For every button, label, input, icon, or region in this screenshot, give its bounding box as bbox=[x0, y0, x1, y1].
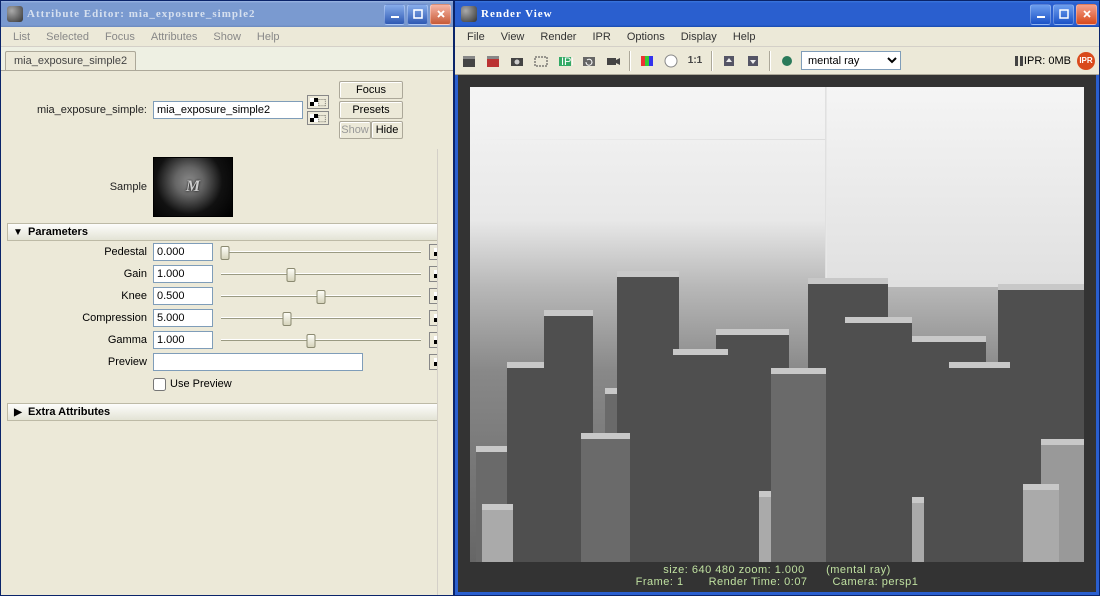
menu-ipr[interactable]: IPR bbox=[584, 29, 618, 45]
menu-list[interactable]: List bbox=[5, 29, 38, 45]
attr-body: mia_exposure_simple: ⬚ ⬚ Focus Presets S… bbox=[1, 71, 453, 425]
close-button[interactable] bbox=[1076, 4, 1097, 25]
param-label: Gamma bbox=[7, 334, 153, 346]
clapper-red-icon[interactable] bbox=[483, 51, 503, 71]
section-parameters[interactable]: ▼ Parameters bbox=[7, 223, 447, 241]
param-slider-knee[interactable] bbox=[221, 289, 421, 303]
maximize-button[interactable] bbox=[407, 4, 428, 25]
param-label: Pedestal bbox=[7, 246, 153, 258]
attr-menubar: List Selected Focus Attributes Show Help bbox=[1, 27, 453, 47]
render-canvas[interactable] bbox=[470, 87, 1084, 562]
param-slider-pedestal[interactable] bbox=[221, 245, 421, 259]
param-row-gamma: Gamma bbox=[7, 329, 447, 351]
presets-button[interactable]: Presets bbox=[339, 101, 403, 119]
save-image-icon[interactable] bbox=[719, 51, 739, 71]
app-icon bbox=[461, 6, 477, 22]
param-row-pedestal: Pedestal bbox=[7, 241, 447, 263]
render-title-text: Render View bbox=[481, 8, 1030, 20]
use-preview-checkbox[interactable]: Use Preview bbox=[153, 378, 232, 391]
expand-icon: ▶ bbox=[12, 407, 24, 418]
menu-options[interactable]: Options bbox=[619, 29, 673, 45]
load-image-icon[interactable] bbox=[743, 51, 763, 71]
param-label: Compression bbox=[7, 312, 153, 324]
section-parameters-title: Parameters bbox=[28, 226, 88, 238]
param-input-preview[interactable] bbox=[153, 353, 363, 371]
param-slider-gain[interactable] bbox=[221, 267, 421, 281]
section-extra-title: Extra Attributes bbox=[28, 406, 110, 418]
use-preview-label: Use Preview bbox=[170, 378, 232, 390]
tab-node[interactable]: mia_exposure_simple2 bbox=[5, 51, 136, 70]
menu-attributes[interactable]: Attributes bbox=[143, 29, 205, 45]
param-label: Knee bbox=[7, 290, 153, 302]
param-row-preview: Preview bbox=[7, 351, 447, 373]
attribute-editor-window: Attribute Editor: mia_exposure_simple2 L… bbox=[0, 0, 454, 596]
minimize-button[interactable] bbox=[1030, 4, 1051, 25]
attr-title-text: Attribute Editor: mia_exposure_simple2 bbox=[27, 8, 384, 20]
vertical-scrollbar[interactable] bbox=[437, 149, 453, 595]
node-name-input[interactable] bbox=[153, 101, 303, 119]
render-view-window: Render View File View Render IPR Options… bbox=[454, 0, 1100, 596]
focus-button[interactable]: Focus bbox=[339, 81, 403, 99]
region-icon[interactable] bbox=[531, 51, 551, 71]
rgb-icon[interactable] bbox=[637, 51, 657, 71]
clapper-icon[interactable] bbox=[459, 51, 479, 71]
param-slider-compression[interactable] bbox=[221, 311, 421, 325]
param-input-knee[interactable] bbox=[153, 287, 213, 305]
param-input-gamma[interactable] bbox=[153, 331, 213, 349]
menu-selected[interactable]: Selected bbox=[38, 29, 97, 45]
go-in-icon[interactable]: ⬚ bbox=[307, 95, 329, 109]
param-input-compression[interactable] bbox=[153, 309, 213, 327]
menu-file[interactable]: File bbox=[459, 29, 493, 45]
menu-show[interactable]: Show bbox=[205, 29, 249, 45]
camera-icon[interactable] bbox=[603, 51, 623, 71]
go-out-icon[interactable]: ⬚ bbox=[307, 111, 329, 125]
pause-icon[interactable] bbox=[1015, 56, 1018, 66]
ipr-icon[interactable]: IPR bbox=[555, 51, 575, 71]
attr-titlebar[interactable]: Attribute Editor: mia_exposure_simple2 bbox=[1, 1, 453, 27]
param-row-knee: Knee bbox=[7, 285, 447, 307]
snapshot-icon[interactable] bbox=[507, 51, 527, 71]
attr-tab-row: mia_exposure_simple2 bbox=[1, 47, 453, 71]
sample-label: Sample bbox=[7, 181, 153, 193]
param-input-gain[interactable] bbox=[153, 265, 213, 283]
sample-swatch[interactable]: M bbox=[153, 157, 233, 217]
menu-render[interactable]: Render bbox=[532, 29, 584, 45]
param-row-gain: Gain bbox=[7, 263, 447, 285]
section-extra-attributes[interactable]: ▶ Extra Attributes bbox=[7, 403, 447, 421]
refresh-icon[interactable] bbox=[579, 51, 599, 71]
close-button[interactable] bbox=[430, 4, 451, 25]
app-icon bbox=[7, 6, 23, 22]
use-preview-input[interactable] bbox=[153, 378, 166, 391]
menu-help[interactable]: Help bbox=[249, 29, 288, 45]
render-overlay: size: 640 480 zoom: 1.000 (mental ray) F… bbox=[470, 562, 1084, 592]
menu-display[interactable]: Display bbox=[673, 29, 725, 45]
param-row-compression: Compression bbox=[7, 307, 447, 329]
param-label: Preview bbox=[7, 356, 153, 368]
ipr-status-text: IPR: 0MB bbox=[1024, 55, 1071, 67]
hide-button[interactable]: Hide bbox=[371, 121, 403, 139]
alpha-icon[interactable] bbox=[661, 51, 681, 71]
renderer-select[interactable]: mental ray bbox=[801, 51, 901, 70]
param-slider-gamma[interactable] bbox=[221, 333, 421, 347]
param-input-pedestal[interactable] bbox=[153, 243, 213, 261]
show-button[interactable]: Show bbox=[339, 121, 371, 139]
render-area: size: 640 480 zoom: 1.000 (mental ray) F… bbox=[455, 75, 1099, 595]
maximize-button[interactable] bbox=[1053, 4, 1074, 25]
render-toolbar: IPR 1:1 mental ray IPR: 0MB IPR bbox=[455, 47, 1099, 75]
render-menubar: File View Render IPR Options Display Hel… bbox=[455, 27, 1099, 47]
menu-focus[interactable]: Focus bbox=[97, 29, 143, 45]
menu-help[interactable]: Help bbox=[725, 29, 764, 45]
svg-text:IPR: IPR bbox=[561, 56, 573, 68]
node-type-label: mia_exposure_simple: bbox=[7, 104, 153, 116]
ipr-badge-icon[interactable]: IPR bbox=[1077, 52, 1095, 70]
minimize-button[interactable] bbox=[384, 4, 405, 25]
store-icon[interactable] bbox=[777, 51, 797, 71]
one-to-one-icon[interactable]: 1:1 bbox=[685, 51, 705, 71]
menu-view[interactable]: View bbox=[493, 29, 533, 45]
param-label: Gain bbox=[7, 268, 153, 280]
render-titlebar[interactable]: Render View bbox=[455, 1, 1099, 27]
collapse-icon: ▼ bbox=[12, 227, 24, 238]
